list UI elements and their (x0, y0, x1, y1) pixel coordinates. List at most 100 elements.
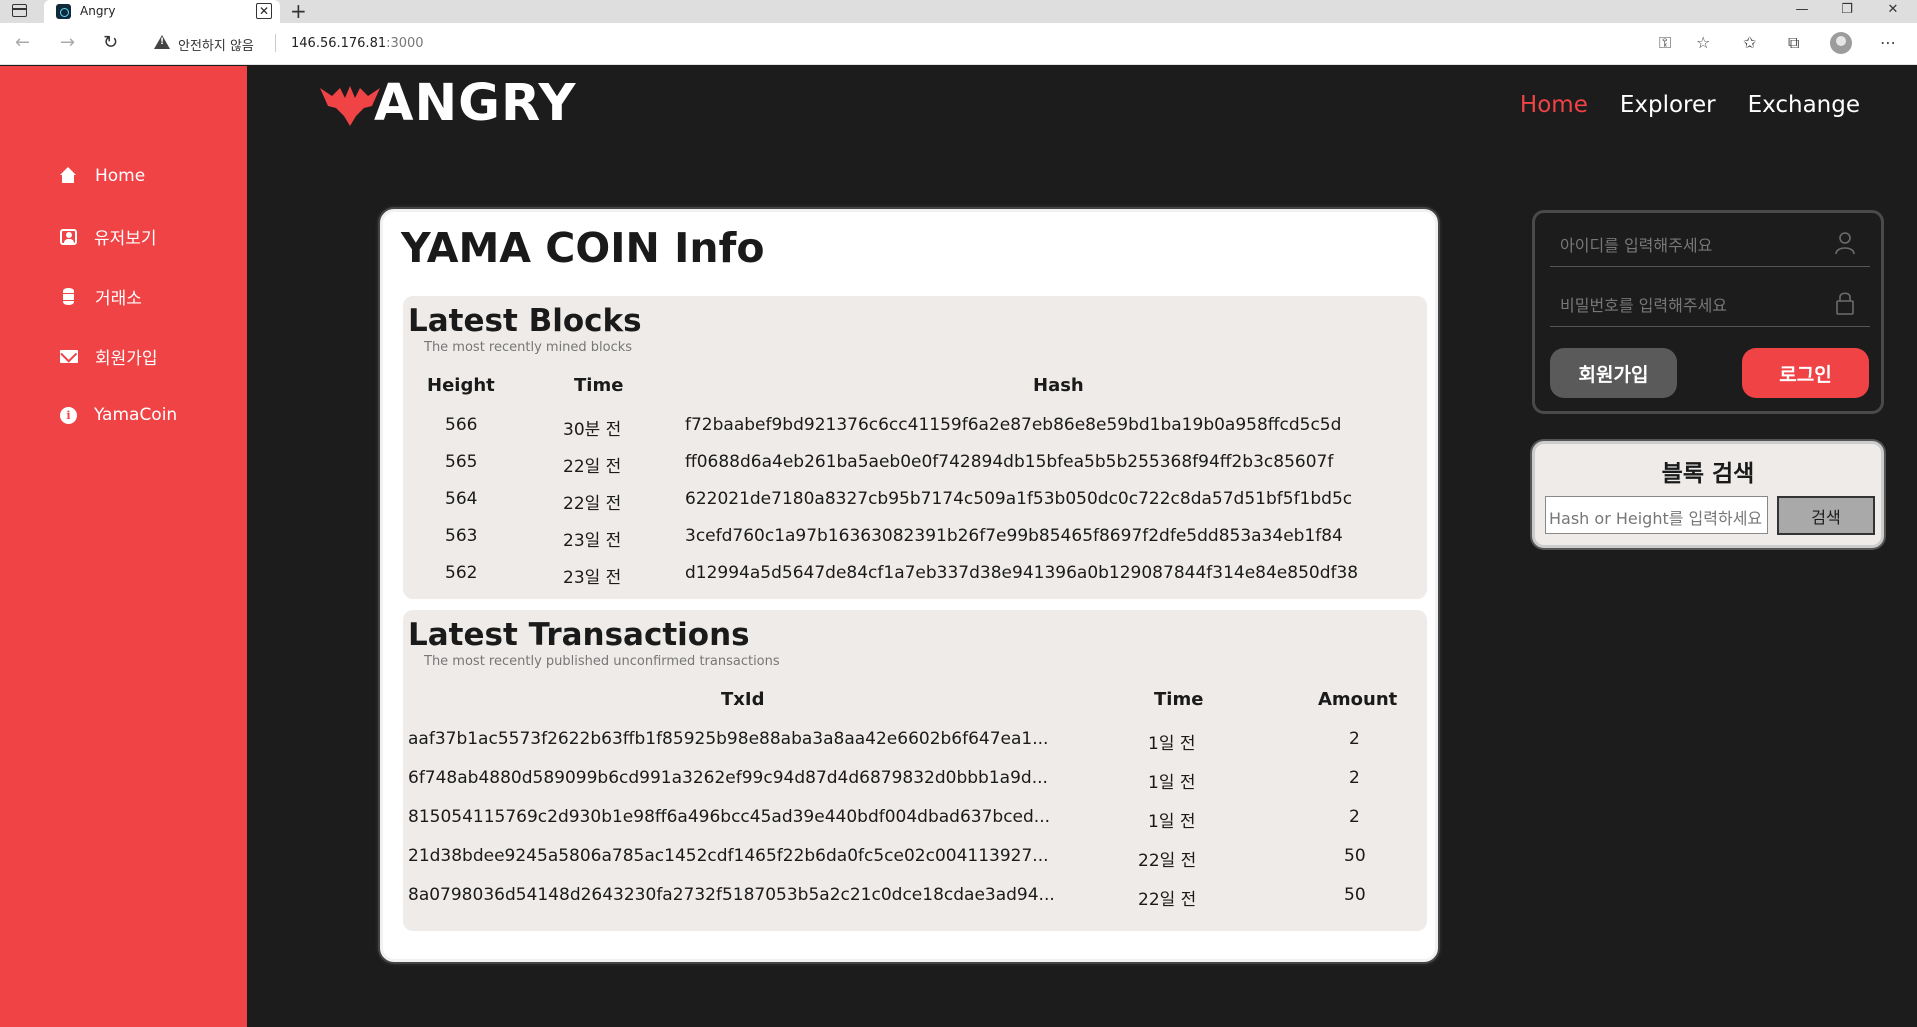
logo-text: ANGRY (374, 74, 577, 133)
bat-logo-icon (320, 86, 380, 126)
browser-tab-bar: Angry ✕ + — ❐ ✕ (0, 0, 1917, 23)
column-header-hash: Hash (1033, 375, 1084, 396)
block-time: 23일 전 (563, 531, 622, 551)
home-icon (60, 167, 78, 185)
tab-title: Angry (80, 4, 116, 18)
user-icon (1835, 232, 1855, 255)
sidebar-item-users[interactable]: 유저보기 (60, 224, 157, 249)
profile-avatar[interactable] (1830, 32, 1852, 54)
block-height: 566 (445, 415, 478, 435)
column-header-txid: TxId (721, 689, 765, 710)
transactions-title: Latest Transactions (408, 617, 750, 653)
tx-time: 1일 전 (1148, 734, 1196, 754)
url-field[interactable]: 안전하지 않음 146.56.176.81:3000 (140, 29, 1900, 59)
security-label[interactable]: 안전하지 않음 (178, 35, 254, 54)
block-hash[interactable]: ff0688d6a4eb261ba5aeb0e0f742894db15bfea5… (685, 452, 1333, 472)
lock-icon (1836, 292, 1854, 315)
sidebar: Home 유저보기 거래소 회원가입 i YamaCoin (0, 66, 247, 1027)
back-arrow-icon[interactable]: ← (15, 32, 30, 53)
block-time: 22일 전 (563, 457, 622, 477)
block-time: 30분 전 (563, 420, 622, 440)
block-hash[interactable]: 3cefd760c1a97b16363082391b26f7e99b85465f… (685, 526, 1343, 546)
forward-arrow-icon[interactable]: → (60, 32, 75, 53)
signup-button[interactable]: 회원가입 (1550, 348, 1677, 398)
minimize-button[interactable]: — (1787, 2, 1817, 17)
transactions-subtitle: The most recently published unconfirmed … (424, 654, 780, 669)
tx-time: 1일 전 (1148, 812, 1196, 832)
block-search-panel: 블록 검색 Hash or Height를 입력하세요 검색 (1532, 441, 1884, 548)
tx-time: 22일 전 (1138, 890, 1197, 910)
latest-blocks-panel: Latest Blocks The most recently mined bl… (403, 296, 1427, 599)
tab-actions-icon[interactable] (12, 4, 27, 17)
tx-time: 22일 전 (1138, 851, 1197, 871)
url-port: :3000 (386, 36, 424, 51)
coin-info-card: YAMA COIN Info Latest Blocks The most re… (380, 209, 1438, 962)
new-tab-button[interactable]: + (290, 0, 307, 22)
react-favicon-icon (56, 4, 71, 19)
user-icon (60, 228, 77, 245)
sidebar-item-label: 유저보기 (94, 229, 157, 249)
block-search-input[interactable]: Hash or Height를 입력하세요 (1545, 496, 1768, 534)
tx-amount: 50 (1344, 846, 1366, 866)
logo[interactable]: ANGRY (320, 74, 577, 133)
sidebar-item-label: YamaCoin (94, 405, 178, 425)
block-height: 562 (445, 563, 478, 583)
tx-id[interactable]: 815054115769c2d930b1e98ff6a496bcc45ad39e… (408, 807, 1050, 827)
sidebar-item-label: Home (95, 166, 146, 186)
database-icon (60, 287, 78, 306)
block-hash[interactable]: d12994a5d5647de84cf1a7eb337d38e941396a0b… (685, 563, 1358, 583)
block-time: 22일 전 (563, 494, 622, 514)
favorites-icon[interactable]: ✩ (1743, 33, 1756, 52)
block-hash[interactable]: 622021de7180a8327cb95b7174c509a1f53b050d… (685, 489, 1352, 509)
sidebar-item-exchange[interactable]: 거래소 (60, 284, 142, 309)
id-field[interactable]: 아이디를 입력해주세요 (1550, 219, 1870, 267)
tx-time: 1일 전 (1148, 773, 1196, 793)
login-form: 아이디를 입력해주세요 비밀번호를 입력해주세요 회원가입 로그인 (1532, 210, 1884, 414)
tx-amount: 2 (1349, 768, 1360, 788)
more-menu-icon[interactable]: ⋯ (1880, 33, 1896, 52)
url-text[interactable]: 146.56.176.81:3000 (291, 36, 424, 51)
nav-exchange[interactable]: Exchange (1748, 92, 1860, 118)
browser-tab[interactable]: Angry ✕ (44, 0, 280, 23)
column-header-height: Height (427, 375, 495, 396)
tx-id[interactable]: 6f748ab4880d589099b6cd991a3262ef99c94d87… (408, 768, 1048, 788)
block-height: 564 (445, 489, 478, 509)
nav-explorer[interactable]: Explorer (1620, 92, 1716, 118)
column-header-amount: Amount (1318, 689, 1398, 710)
sidebar-item-signup[interactable]: 회원가입 (60, 344, 158, 369)
block-height: 563 (445, 526, 478, 546)
mail-icon (60, 350, 78, 363)
refresh-icon[interactable]: ↻ (103, 32, 118, 53)
close-window-button[interactable]: ✕ (1878, 2, 1908, 17)
block-hash[interactable]: f72baabef9bd921376c6cc41159f6a2e87eb86e8… (685, 415, 1341, 435)
collections-icon[interactable]: ⧉ (1788, 33, 1799, 53)
column-header-time: Time (1154, 689, 1204, 710)
nav-home[interactable]: Home (1520, 92, 1588, 118)
top-nav: Home Explorer Exchange (1520, 92, 1860, 118)
tx-id[interactable]: 21d38bdee9245a5806a785ac1452cdf1465f22b6… (408, 846, 1049, 866)
block-height: 565 (445, 452, 478, 472)
add-favorite-icon[interactable]: ☆ (1696, 33, 1710, 52)
tx-id[interactable]: 8a0798036d54148d2643230fa2732f5187053b5a… (408, 885, 1055, 905)
url-host: 146.56.176.81 (291, 36, 387, 51)
tx-amount: 2 (1349, 807, 1360, 827)
block-search-button[interactable]: 검색 (1777, 496, 1875, 535)
tab-close-button[interactable]: ✕ (256, 3, 272, 19)
address-bar: ← → ↻ 안전하지 않음 146.56.176.81:3000 ⚿ ☆ ✩ ⧉… (0, 23, 1917, 65)
key-icon[interactable]: ⚿ (1659, 33, 1671, 53)
sidebar-item-home[interactable]: Home (60, 166, 145, 186)
column-header-time: Time (574, 375, 624, 396)
maximize-button[interactable]: ❐ (1832, 2, 1862, 17)
info-icon: i (60, 406, 77, 424)
block-time: 23일 전 (563, 568, 622, 588)
login-button[interactable]: 로그인 (1742, 348, 1869, 398)
password-field[interactable]: 비밀번호를 입력해주세요 (1550, 279, 1870, 327)
page-title: YAMA COIN Info (401, 224, 765, 272)
tx-id[interactable]: aaf37b1ac5573f2622b63ffb1f85925b98e88aba… (408, 729, 1048, 749)
warning-icon[interactable] (154, 35, 170, 49)
sidebar-item-label: 거래소 (95, 289, 142, 309)
block-search-title: 블록 검색 (1661, 461, 1755, 487)
blocks-title: Latest Blocks (408, 303, 642, 339)
sidebar-item-yamacoin[interactable]: i YamaCoin (60, 405, 177, 425)
tx-amount: 50 (1344, 885, 1366, 905)
